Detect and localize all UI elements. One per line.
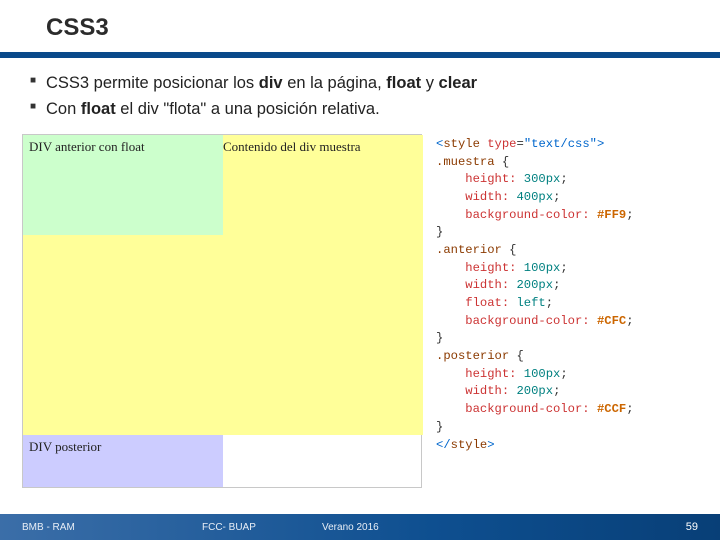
code-val-200: 200px xyxy=(516,278,553,292)
bullet-2-bold-float: float xyxy=(81,100,116,118)
bullet-1-bold-clear: clear xyxy=(439,74,478,92)
bullet-1-bold-div: div xyxy=(259,74,283,92)
content-row: DIV anterior con float Contenido del div… xyxy=(0,134,720,488)
code-hex-ff9: #FF9 xyxy=(597,208,626,222)
code-hex-cfc: #CFC xyxy=(597,314,626,328)
code-sel-muestra: .muestra xyxy=(436,155,495,169)
bullet-1-text-a: CSS3 permite posicionar los xyxy=(46,74,259,92)
bullet-item-2: Con float el div "flota" a una posición … xyxy=(30,98,696,122)
bullet-2-text-a: Con xyxy=(46,100,81,118)
code-val-left: left xyxy=(516,296,545,310)
code-sel-anterior: .anterior xyxy=(436,243,502,257)
code-sel-posterior: .posterior xyxy=(436,349,509,363)
code-prop-bg: background-color: xyxy=(465,208,589,222)
footer-page-number: 59 xyxy=(686,521,698,533)
bullet-1-text-c: y xyxy=(421,74,438,92)
code-hex-ccf: #CCF xyxy=(597,402,626,416)
code-attr-type: type xyxy=(487,137,516,151)
code-val-100: 100px xyxy=(524,261,561,275)
code-gt: > xyxy=(597,137,604,151)
bullet-1-text-b: en la página, xyxy=(283,74,387,92)
code-prop-width: width: xyxy=(465,190,509,204)
title-bar: CSS3 xyxy=(0,0,720,58)
code-prop-float: float: xyxy=(465,296,509,310)
div-anterior: DIV anterior con float xyxy=(23,135,223,235)
bullet-list: CSS3 permite posicionar los div en la pá… xyxy=(0,58,720,134)
code-listing: <style type="text/css"> .muestra { heigh… xyxy=(436,134,708,488)
bullet-2-text-b: el div "flota" a una posición relativa. xyxy=(116,100,380,118)
footer-bar: BMB - RAM FCC- BUAP Verano 2016 59 xyxy=(0,514,720,540)
bullet-item-1: CSS3 permite posicionar los div en la pá… xyxy=(30,72,696,96)
footer-org: FCC- BUAP xyxy=(202,522,322,533)
code-attr-val: "text/css" xyxy=(524,137,597,151)
css-float-demo: DIV anterior con float Contenido del div… xyxy=(22,134,422,488)
code-style-tag: style xyxy=(443,137,480,151)
code-val-400: 400px xyxy=(516,190,553,204)
div-posterior: DIV posterior xyxy=(23,435,223,487)
code-val-300: 300px xyxy=(524,172,561,186)
code-prop-height: height: xyxy=(465,172,516,186)
footer-author: BMB - RAM xyxy=(22,522,202,533)
footer-term: Verano 2016 xyxy=(322,522,686,533)
slide-title: CSS3 xyxy=(46,14,720,42)
demo-column: DIV anterior con float Contenido del div… xyxy=(22,134,422,488)
bullet-1-bold-float: float xyxy=(386,74,421,92)
